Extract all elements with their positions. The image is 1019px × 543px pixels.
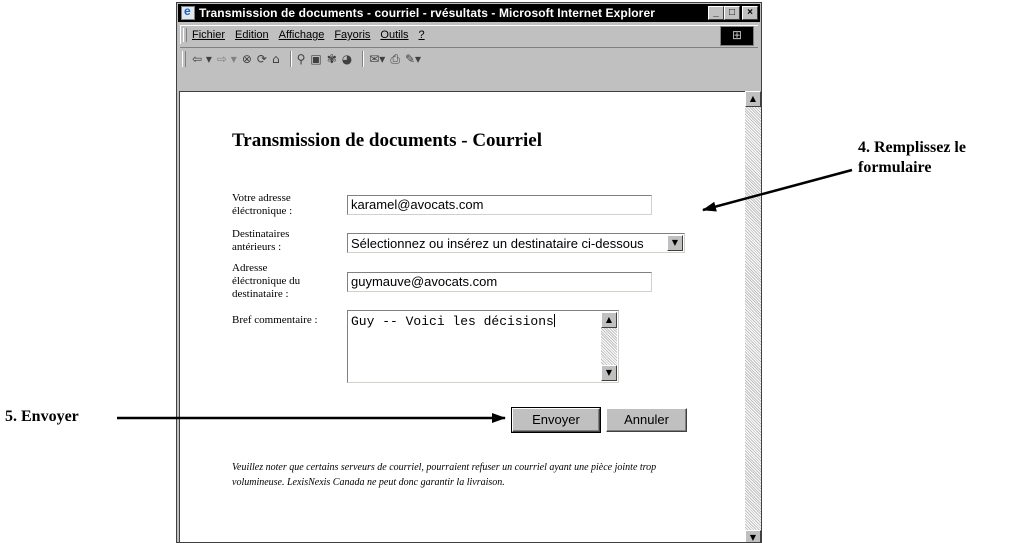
- toolbar-separator: [362, 51, 365, 67]
- windows-logo-icon: [720, 26, 754, 46]
- window-controls: _ □ ×: [708, 6, 758, 20]
- edit-icon[interactable]: ✎▾: [405, 51, 421, 67]
- home-icon[interactable]: ⌂: [272, 51, 280, 67]
- recipient-email-label: Adresse éléctronique du destinataire :: [232, 262, 301, 300]
- title-bar: Transmission de documents - courriel - r…: [178, 4, 760, 22]
- comment-text: Guy -- Voici les décisions: [351, 314, 555, 329]
- callout-send: 5. Envoyer: [5, 408, 79, 425]
- scroll-down-icon[interactable]: ▼: [745, 530, 761, 542]
- menu-grip[interactable]: [183, 28, 187, 42]
- window-title: Transmission de documents - courriel - r…: [199, 6, 656, 20]
- cancel-button[interactable]: Annuler: [606, 408, 687, 432]
- toolbar-grip[interactable]: [182, 51, 186, 67]
- channels-icon[interactable]: ◕: [342, 51, 352, 67]
- menu-affichage[interactable]: Affichage: [279, 29, 325, 41]
- ie-logo-icon: [181, 4, 195, 20]
- email-label: Votre adresse éléctronique :: [232, 192, 293, 217]
- comment-textarea[interactable]: Guy -- Voici les décisions ▲ ▼: [347, 310, 619, 383]
- page-content: Transmission de documents - Courriel Vot…: [179, 91, 746, 542]
- text-caret: [553, 314, 555, 327]
- forward-arrow-icon[interactable]: ⇨ ▾: [217, 51, 237, 67]
- search-icon[interactable]: ⚲: [297, 51, 306, 67]
- toolbar-separator: [289, 51, 292, 67]
- menu-bar: Fichier Edition Affichage Fayoris Outils…: [180, 25, 758, 46]
- menu-help[interactable]: ?: [419, 29, 425, 41]
- scroll-up-icon[interactable]: ▲: [745, 91, 761, 107]
- menu-fichier[interactable]: Fichier: [192, 29, 225, 41]
- email-field[interactable]: karamel@avocats.com: [347, 195, 652, 215]
- history-icon[interactable]: ✾: [327, 51, 337, 67]
- refresh-icon[interactable]: ⟳: [257, 51, 267, 67]
- page-title: Transmission de documents - Courriel: [232, 130, 542, 151]
- back-arrow-icon[interactable]: ⇦ ▾: [192, 51, 212, 67]
- toolbar: ⇦ ▾ ⇨ ▾ ⊗ ⟳ ⌂ ⚲ ▣ ✾ ◕ ✉▾ ⎙ ✎▾: [180, 47, 758, 70]
- menu-edition[interactable]: Edition: [235, 29, 269, 41]
- send-button[interactable]: Envoyer: [511, 407, 601, 433]
- callout-fill-form: 4. Remplissez le formulaire: [858, 138, 1018, 178]
- callout-fill-form-text: 4. Remplissez le formulaire: [858, 139, 966, 176]
- favorites-icon[interactable]: ▣: [310, 51, 321, 67]
- delivery-note: Veuillez noter que certains serveurs de …: [232, 462, 657, 488]
- recipients-select-value: Sélectionnez ou insérez un destinataire …: [351, 235, 644, 251]
- menu-favoris[interactable]: Fayoris: [334, 29, 370, 41]
- textarea-scrollbar[interactable]: ▲ ▼: [601, 312, 617, 381]
- scroll-up-icon[interactable]: ▲: [601, 312, 617, 328]
- maximize-button[interactable]: □: [724, 6, 740, 20]
- chevron-down-icon[interactable]: ▼: [667, 235, 683, 251]
- recipients-select[interactable]: Sélectionnez ou insérez un destinataire …: [347, 233, 685, 253]
- stop-icon[interactable]: ⊗: [242, 51, 252, 67]
- mail-icon[interactable]: ✉▾: [369, 51, 385, 67]
- scroll-down-icon[interactable]: ▼: [601, 365, 617, 381]
- close-button[interactable]: ×: [742, 6, 758, 20]
- browser-window: Transmission de documents - courriel - r…: [176, 2, 762, 543]
- minimize-button[interactable]: _: [708, 6, 724, 20]
- menu-outils[interactable]: Outils: [380, 29, 408, 41]
- recipients-label: Destinataires antérieurs :: [232, 228, 290, 253]
- print-icon[interactable]: ⎙: [390, 51, 400, 67]
- comment-label: Bref commentaire :: [232, 314, 318, 326]
- page-scrollbar[interactable]: ▲ ▼: [745, 91, 761, 542]
- recipient-email-field[interactable]: guymauve@avocats.com: [347, 272, 652, 292]
